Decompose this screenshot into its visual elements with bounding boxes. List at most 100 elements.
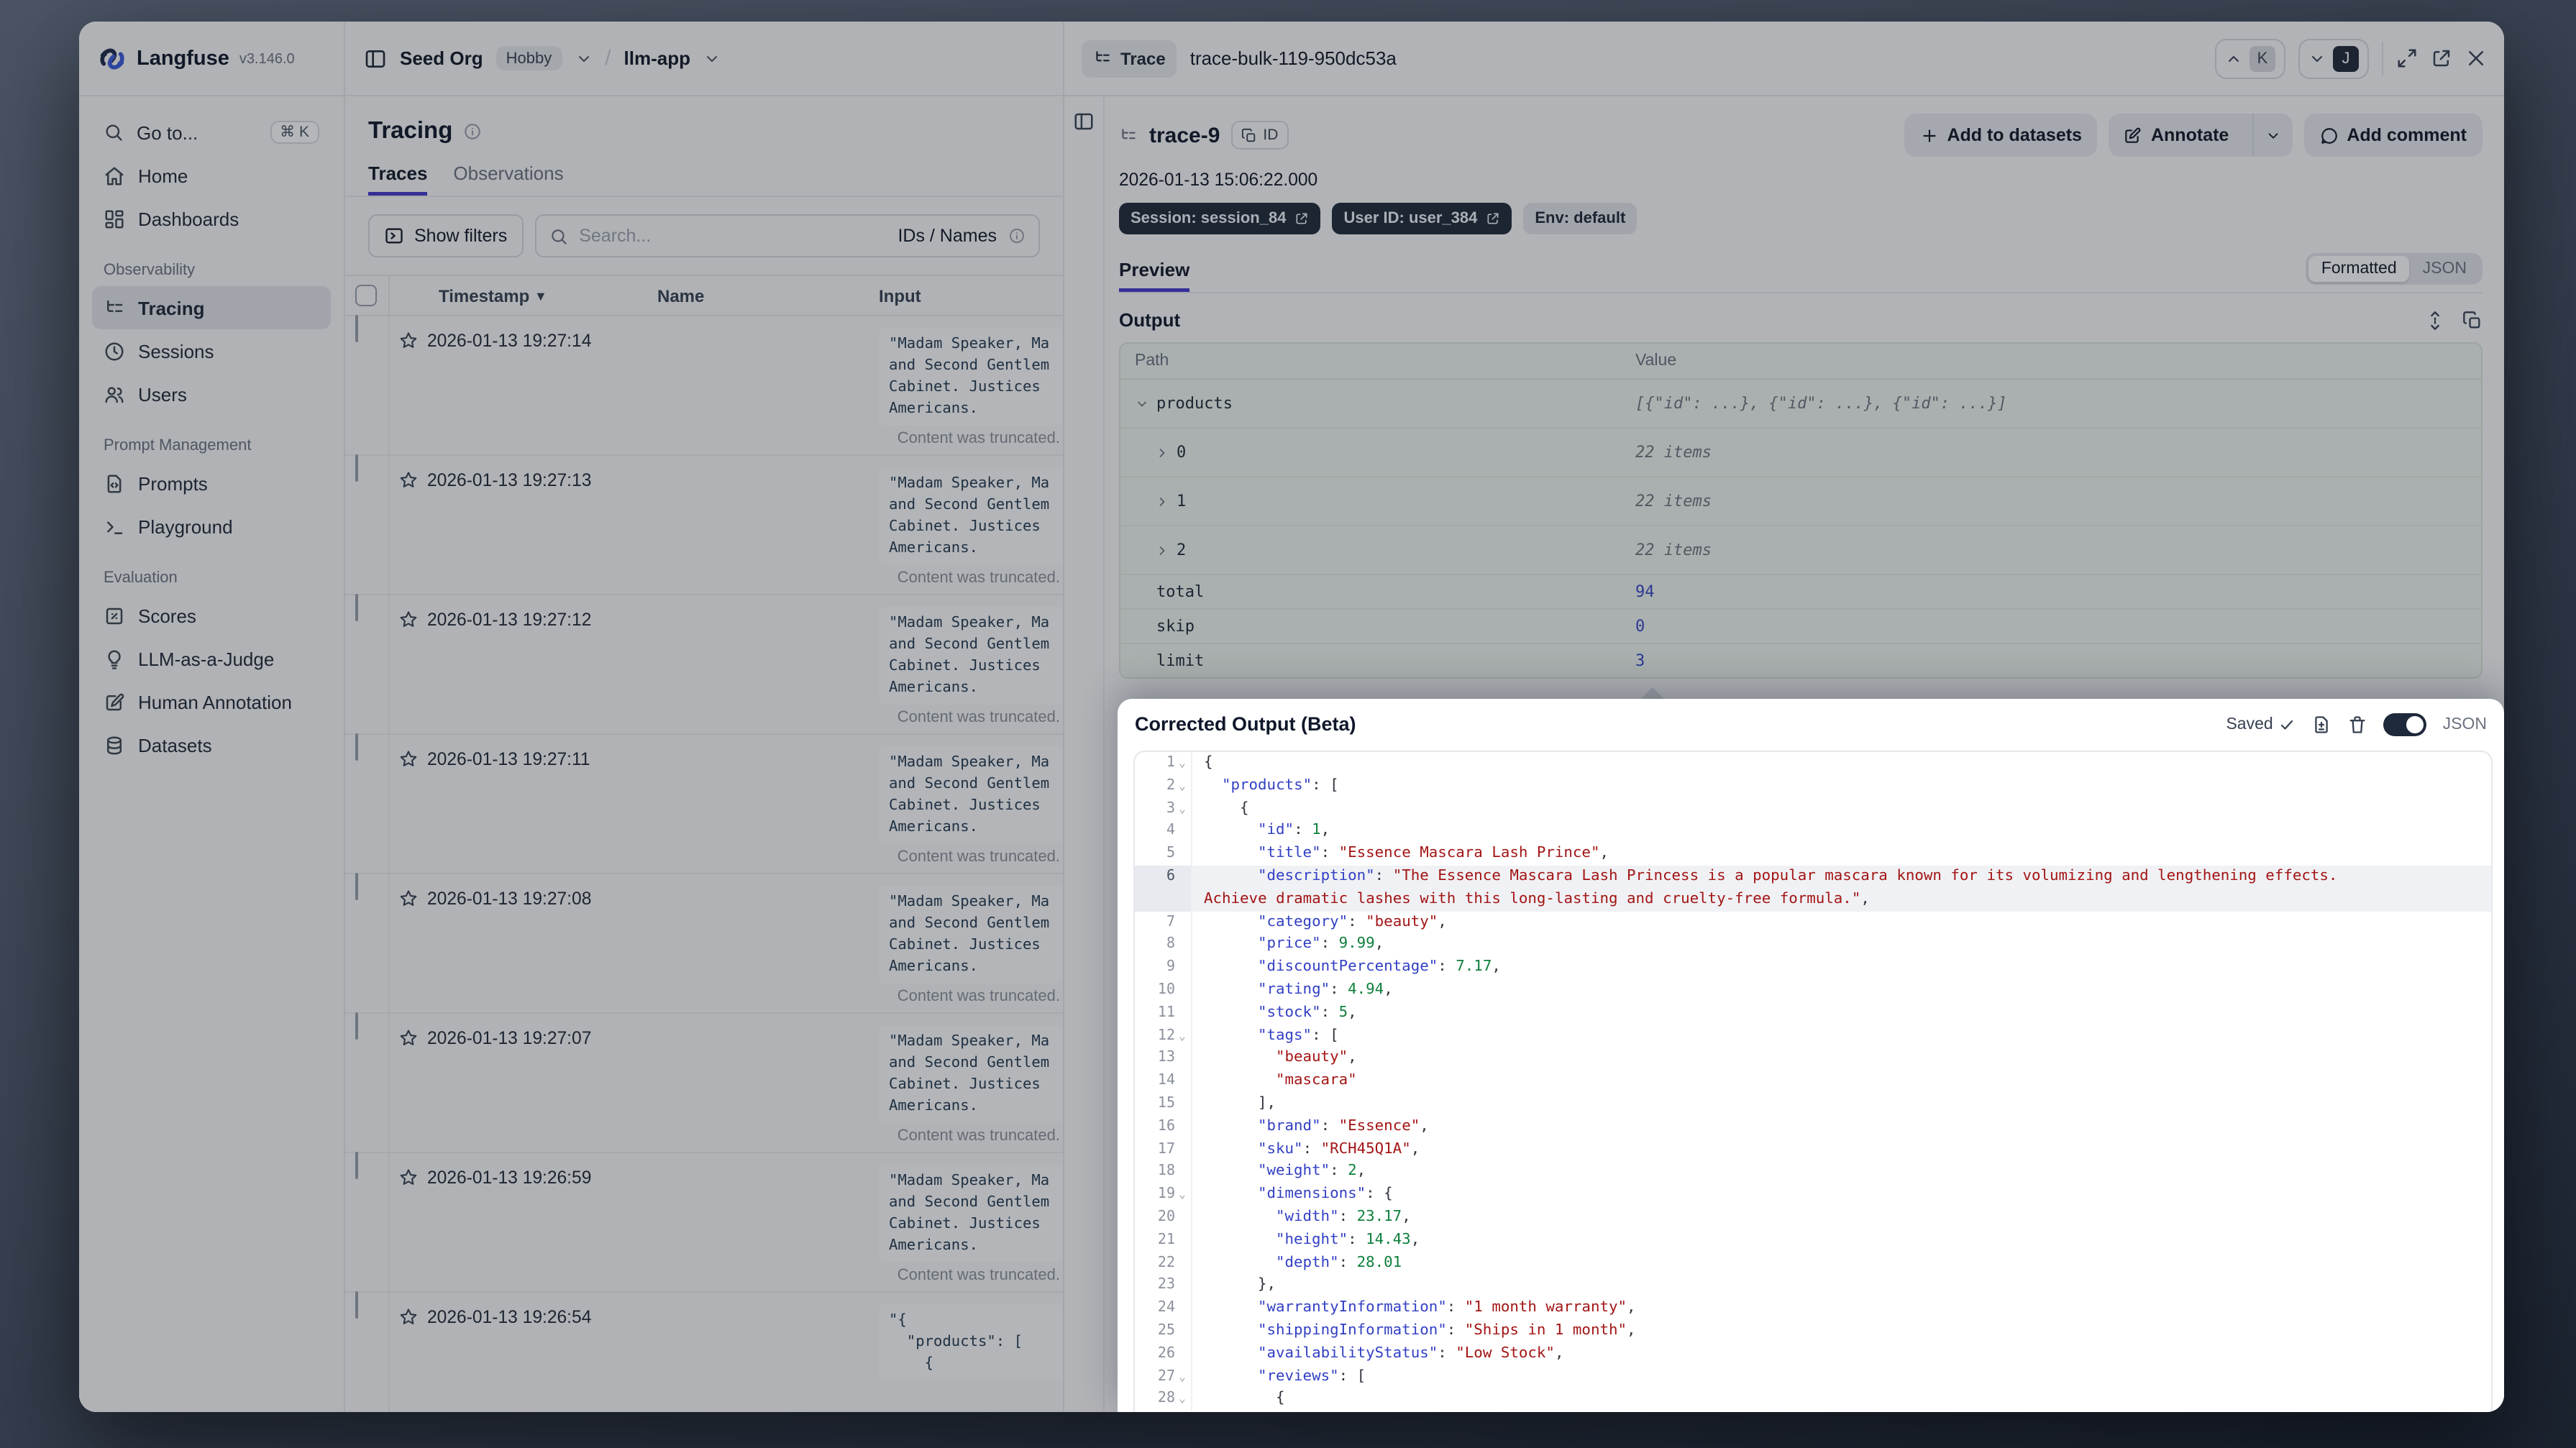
code-line[interactable]: 11 "stock": 5, <box>1135 1002 2491 1025</box>
sidebar-item-datasets[interactable]: Datasets <box>92 723 331 766</box>
column-name[interactable]: Name <box>657 285 864 306</box>
tab-traces[interactable]: Traces <box>368 162 427 196</box>
code-line[interactable]: 26 "availabilityStatus": "Low Stock", <box>1135 1342 2491 1366</box>
output-row[interactable]: 2 22 items <box>1120 526 2481 575</box>
fold-chevron-icon[interactable]: ⌄ <box>1175 797 1189 820</box>
code-line[interactable]: 12 ⌄ "tags": [ <box>1135 1025 2491 1048</box>
project-chevron-down-icon[interactable] <box>703 50 721 67</box>
next-trace-button[interactable]: J <box>2298 38 2369 78</box>
info-icon[interactable] <box>462 122 481 141</box>
code-line[interactable]: 10 "rating": 4.94, <box>1135 979 2491 1002</box>
sidebar-item-prompts[interactable]: Prompts <box>92 462 331 505</box>
code-line[interactable]: 9 "discountPercentage": 7.17, <box>1135 956 2491 979</box>
bookmark-star-icon[interactable] <box>398 1168 419 1188</box>
row-input-preview[interactable]: "Madam Speaker, Ma and Second Gentlem Ca… <box>879 746 1063 844</box>
copy-id-chip[interactable]: ID <box>1231 121 1289 150</box>
row-checkbox[interactable] <box>355 873 358 900</box>
annotate-button[interactable]: Annotate <box>2109 114 2243 157</box>
info-icon[interactable] <box>1008 227 1026 244</box>
copy-output-icon[interactable] <box>2462 310 2483 330</box>
code-line[interactable]: 6 "description": "The Essence Mascara Las… <box>1135 865 2491 889</box>
output-row[interactable]: 1 22 items <box>1120 477 2481 526</box>
code-line[interactable]: 1 ⌄ { <box>1135 752 2491 775</box>
table-row[interactable]: 2026-01-13 19:27:14 "Madam Speaker, Ma an… <box>345 315 1063 456</box>
code-line[interactable]: 17 "sku": "RCH45Q1A", <box>1135 1138 2491 1161</box>
column-input[interactable]: Input <box>864 285 1063 306</box>
table-row[interactable]: 2026-01-13 19:27:07 "Madam Speaker, Ma an… <box>345 1012 1063 1153</box>
table-row[interactable]: 2026-01-13 19:26:54 "{ "products": [ { <box>345 1291 1063 1412</box>
output-row[interactable]: products [{"id": ...}, {"id": ...}, {"id"… <box>1120 380 2481 429</box>
row-input-preview[interactable]: "Madam Speaker, Ma and Second Gentlem Ca… <box>879 1025 1063 1123</box>
output-row[interactable]: 0 22 items <box>1120 429 2481 477</box>
table-row[interactable]: 2026-01-13 19:26:59 "Madam Speaker, Ma an… <box>345 1152 1063 1293</box>
sidebar-item-dashboards[interactable]: Dashboards <box>92 197 331 240</box>
bookmark-star-icon[interactable] <box>398 470 419 490</box>
format-formatted[interactable]: Formatted <box>2308 256 2410 282</box>
code-line[interactable]: 14 "mascara" <box>1135 1070 2491 1093</box>
code-line[interactable]: 18 "weight": 2, <box>1135 1160 2491 1184</box>
close-panel-button[interactable] <box>2465 47 2487 69</box>
code-line[interactable]: 13 "beauty", <box>1135 1047 2491 1071</box>
fold-chevron-icon[interactable]: ⌄ <box>1175 752 1189 775</box>
code-line[interactable]: 8 "price": 9.99, <box>1135 933 2491 957</box>
breadcrumb-org[interactable]: Seed Org <box>400 47 483 69</box>
table-row[interactable]: 2026-01-13 19:27:11 "Madam Speaker, Ma an… <box>345 733 1063 874</box>
row-input-preview[interactable]: "Madam Speaker, Ma and Second Gentlem Ca… <box>879 607 1063 705</box>
row-checkbox[interactable] <box>355 454 358 482</box>
sidebar-item-scores[interactable]: Scores <box>92 594 331 637</box>
sidebar-item-playground[interactable]: Playground <box>92 505 331 548</box>
row-input-preview[interactable]: "Madam Speaker, Ma and Second Gentlem Ca… <box>879 328 1063 426</box>
code-line[interactable]: 16 "brand": "Essence", <box>1135 1115 2491 1139</box>
fold-chevron-icon[interactable]: ⌄ <box>1175 775 1189 798</box>
add-to-datasets-button[interactable]: Add to datasets <box>1904 114 2098 157</box>
code-line[interactable]: 22 "depth": 28.01 <box>1135 1252 2491 1275</box>
session-badge[interactable]: Session: session_84 <box>1119 203 1321 234</box>
json-code-editor[interactable]: 1 ⌄ {2 ⌄ "products": [3 ⌄ {4 "id": 1, 5 "title": … <box>1133 751 2493 1412</box>
sidebar-toggle-icon[interactable] <box>364 47 387 70</box>
fold-chevron-icon[interactable]: ⌄ <box>1175 1365 1189 1388</box>
tree-chevron-right-icon[interactable] <box>1155 445 1169 459</box>
show-filters-button[interactable]: Show filters <box>368 214 524 257</box>
prev-trace-button[interactable]: K <box>2215 38 2285 78</box>
json-toggle[interactable] <box>2383 712 2427 736</box>
row-checkbox[interactable] <box>355 1152 358 1179</box>
diff-button[interactable] <box>2312 714 2332 734</box>
bookmark-star-icon[interactable] <box>398 889 419 909</box>
goto-search[interactable]: Go to... ⌘ K <box>92 111 331 154</box>
code-line[interactable]: 24 "warrantyInformation": "1 month warran… <box>1135 1297 2491 1320</box>
sidebar-item-human-annotation[interactable]: Human Annotation <box>92 680 331 723</box>
sidebar-item-users[interactable]: Users <box>92 372 331 416</box>
code-line[interactable]: 5 "title": "Essence Mascara Lash Prince", <box>1135 843 2491 866</box>
code-line[interactable]: 25 "shippingInformation": "Ships in 1 mon… <box>1135 1319 2491 1343</box>
tree-chevron-right-icon[interactable] <box>1155 494 1169 508</box>
tree-chevron-down-icon[interactable] <box>1135 396 1149 411</box>
tab-preview[interactable]: Preview <box>1119 259 1189 292</box>
row-input-preview[interactable]: "Madam Speaker, Ma and Second Gentlem Ca… <box>879 886 1063 984</box>
bookmark-star-icon[interactable] <box>398 331 419 351</box>
row-checkbox[interactable] <box>355 733 358 761</box>
row-input-preview[interactable]: "Madam Speaker, Ma and Second Gentlem Ca… <box>879 467 1063 565</box>
add-comment-button[interactable]: Add comment <box>2303 114 2483 157</box>
code-line[interactable]: 23}, <box>1135 1274 2491 1298</box>
bookmark-star-icon[interactable] <box>398 1307 419 1327</box>
row-checkbox[interactable] <box>355 1012 358 1040</box>
output-row[interactable]: total 94 <box>1120 575 2481 610</box>
org-chevron-down-icon[interactable] <box>575 50 592 67</box>
breadcrumb-project[interactable]: llm-app <box>624 47 690 69</box>
annotate-dropdown-button[interactable] <box>2252 114 2292 157</box>
code-line[interactable]: 3 ⌄ { <box>1135 797 2491 820</box>
code-line[interactable]: 19 ⌄ "dimensions": { <box>1135 1183 2491 1206</box>
tab-observations[interactable]: Observations <box>453 162 563 196</box>
row-checkbox[interactable] <box>355 315 358 342</box>
user-badge[interactable]: User ID: user_384 <box>1332 203 1512 234</box>
table-row[interactable]: 2026-01-13 19:27:13 "Madam Speaker, Ma an… <box>345 454 1063 595</box>
row-checkbox[interactable] <box>355 594 358 621</box>
sidebar-item-tracing[interactable]: Tracing <box>92 286 331 329</box>
output-row[interactable]: limit 3 <box>1120 644 2481 677</box>
open-external-button[interactable] <box>2431 47 2452 69</box>
code-line[interactable]: 4 "id": 1, <box>1135 820 2491 843</box>
fold-chevron-icon[interactable]: ⌄ <box>1175 1025 1189 1048</box>
fold-chevron-icon[interactable]: ⌄ <box>1175 1183 1189 1206</box>
row-checkbox[interactable] <box>355 1291 358 1319</box>
search-scope-label[interactable]: IDs / Names <box>898 226 997 246</box>
